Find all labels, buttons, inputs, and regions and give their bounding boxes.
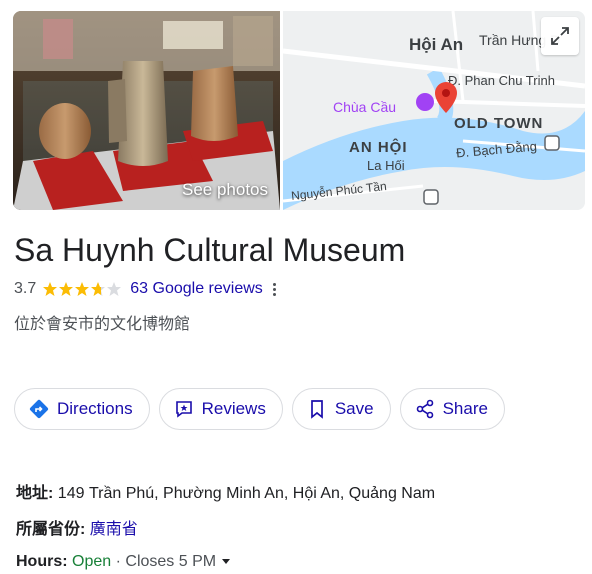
province-row: 所屬省份: 廣南省 bbox=[16, 515, 138, 539]
hours-separator: · bbox=[115, 553, 121, 570]
share-icon bbox=[415, 399, 435, 419]
hours-close-time[interactable]: Closes 5 PM bbox=[125, 553, 230, 570]
rating-number: 3.7 bbox=[14, 280, 37, 297]
place-category: 位於會安市的文化博物館 bbox=[14, 316, 191, 333]
location-pin-icon bbox=[435, 82, 457, 113]
map-overlay bbox=[416, 82, 560, 205]
knowledge-panel: See photos Hội An Trần Hưng Đ Đ. Phan Ch… bbox=[0, 0, 592, 574]
dropdown-arrow-icon bbox=[221, 559, 230, 564]
transit-icon bbox=[544, 135, 560, 151]
rating-row: 3.7 63 Google reviews bbox=[14, 280, 276, 298]
address-row: 地址: 149 Trần Phú, Phường Minh An, Hội An… bbox=[16, 479, 435, 503]
share-label: Share bbox=[442, 399, 488, 418]
expand-map-button[interactable] bbox=[541, 17, 579, 55]
expand-icon bbox=[551, 27, 569, 45]
province-link[interactable]: 廣南省 bbox=[90, 521, 138, 538]
stars-icon bbox=[43, 282, 122, 296]
transit-icon bbox=[423, 189, 439, 205]
address-label: 地址: bbox=[16, 485, 54, 502]
directions-label: Directions bbox=[57, 399, 133, 418]
action-chips: Directions Reviews Save Share bbox=[14, 388, 505, 430]
hours-label: Hours: bbox=[16, 553, 68, 570]
directions-button[interactable]: Directions bbox=[14, 388, 150, 430]
hours-status: Open bbox=[72, 553, 112, 570]
place-title: Sa Huynh Cultural Museum bbox=[14, 232, 406, 268]
save-label: Save bbox=[334, 399, 374, 418]
reviews-label: Reviews bbox=[201, 399, 266, 418]
share-button[interactable]: Share bbox=[399, 388, 505, 430]
province-label: 所屬省份: bbox=[16, 521, 86, 538]
more-options-icon[interactable] bbox=[272, 282, 276, 296]
museum-photo[interactable]: See photos bbox=[13, 11, 280, 210]
map-thumbnail[interactable]: Hội An Trần Hưng Đ Đ. Phan Chu Trinh Chù… bbox=[283, 11, 585, 210]
address-value: 149 Trần Phú, Phường Minh An, Hội An, Qu… bbox=[57, 485, 436, 502]
review-icon bbox=[174, 399, 194, 419]
hours-close-label: Closes 5 PM bbox=[125, 553, 217, 570]
star-rating bbox=[42, 281, 124, 297]
hours-row: Hours: Open · Closes 5 PM bbox=[16, 553, 231, 571]
directions-icon bbox=[29, 399, 49, 419]
google-reviews-link[interactable]: 63 Google reviews bbox=[130, 280, 263, 298]
save-button[interactable]: Save bbox=[291, 388, 391, 430]
poi-icon bbox=[416, 93, 434, 111]
bookmark-icon bbox=[307, 399, 327, 419]
reviews-button[interactable]: Reviews bbox=[158, 388, 283, 430]
see-photos-label[interactable]: See photos bbox=[182, 180, 268, 200]
